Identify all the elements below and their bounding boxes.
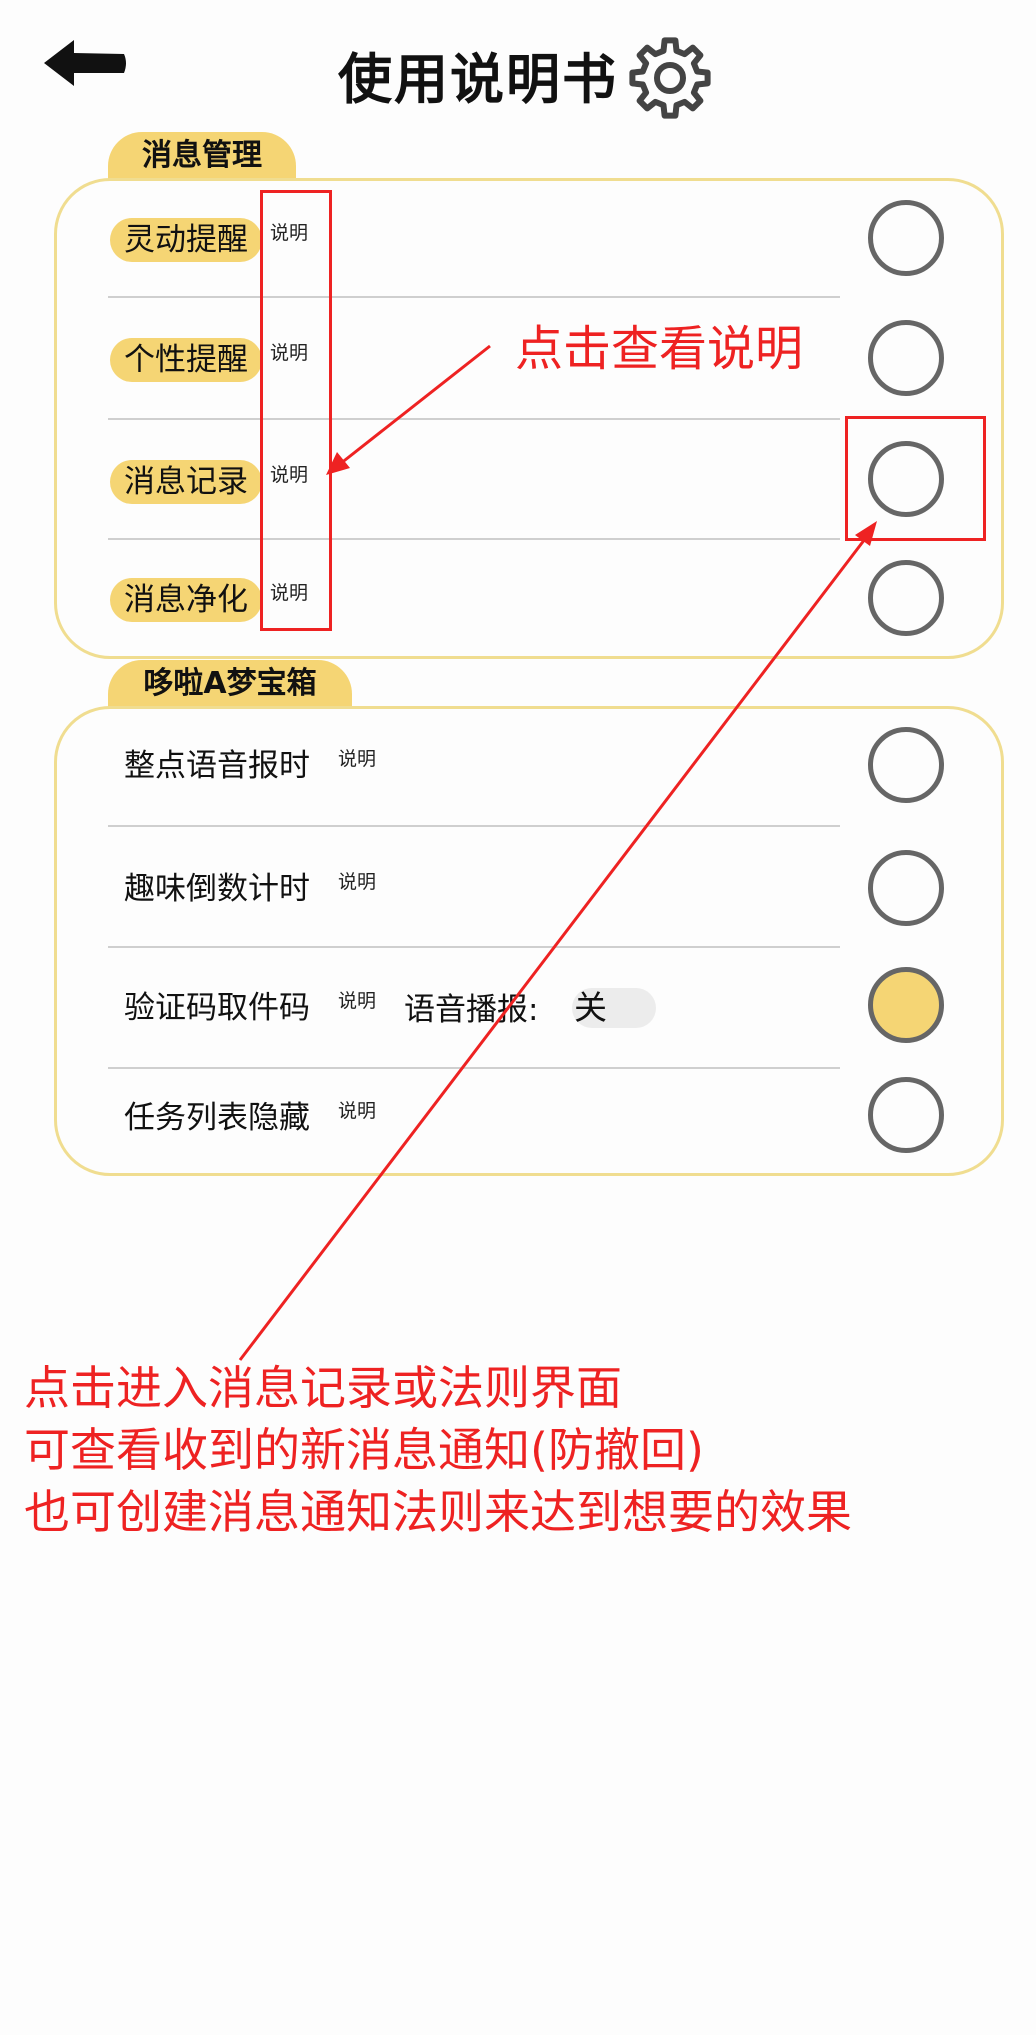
explain-link-verification-pickup-code[interactable]: 说明 [338,990,376,1012]
voice-broadcast-label: 语音播报: [404,992,539,1028]
radio-personal-reminder[interactable] [868,320,944,396]
row-label-personal-reminder: 个性提醒 [110,338,262,382]
divider [108,825,840,827]
annotation-line-2: 可查看收到的新消息通知(防撤回) [24,1423,704,1477]
divider [108,538,840,540]
voice-broadcast-toggle-value: 关 [574,988,607,1027]
explain-link-hourly-voice-time[interactable]: 说明 [338,748,376,770]
divider [108,1067,840,1069]
row-label-verification-pickup-code: 验证码取件码 [124,990,310,1026]
row-label-dynamic-reminder: 灵动提醒 [110,218,262,262]
annotation-box-explain-column [260,190,332,631]
annotation-box-message-record-radio [845,416,986,541]
radio-hourly-voice-time[interactable] [868,727,944,803]
gear-icon [629,37,711,119]
section-tab-message-management: 消息管理 [108,132,296,180]
page-title: 使用说明书 [338,48,618,111]
divider [108,418,840,420]
section-tab-doraemon-box: 哆啦A梦宝箱 [108,660,352,708]
radio-message-purify[interactable] [868,560,944,636]
row-label-message-record: 消息记录 [110,460,262,504]
explain-link-fun-countdown[interactable]: 说明 [338,871,376,893]
row-label-hourly-voice-time: 整点语音报时 [124,748,310,784]
radio-verification-pickup-code[interactable] [868,967,944,1043]
explain-link-task-list-hide[interactable]: 说明 [338,1100,376,1122]
divider [108,946,840,948]
row-label-fun-countdown: 趣味倒数计时 [124,871,310,907]
row-label-message-purify: 消息净化 [110,578,262,622]
divider [108,296,840,298]
annotation-line-3: 也可创建消息通知法则来达到想要的效果 [24,1485,852,1539]
radio-task-list-hide[interactable] [868,1077,944,1153]
row-label-task-list-hide: 任务列表隐藏 [124,1100,310,1136]
annotation-line-1: 点击进入消息记录或法则界面 [24,1361,622,1415]
radio-fun-countdown[interactable] [868,850,944,926]
annotation-callout: 点击查看说明 [515,321,804,377]
settings-button[interactable] [622,30,718,126]
radio-dynamic-reminder[interactable] [868,200,944,276]
